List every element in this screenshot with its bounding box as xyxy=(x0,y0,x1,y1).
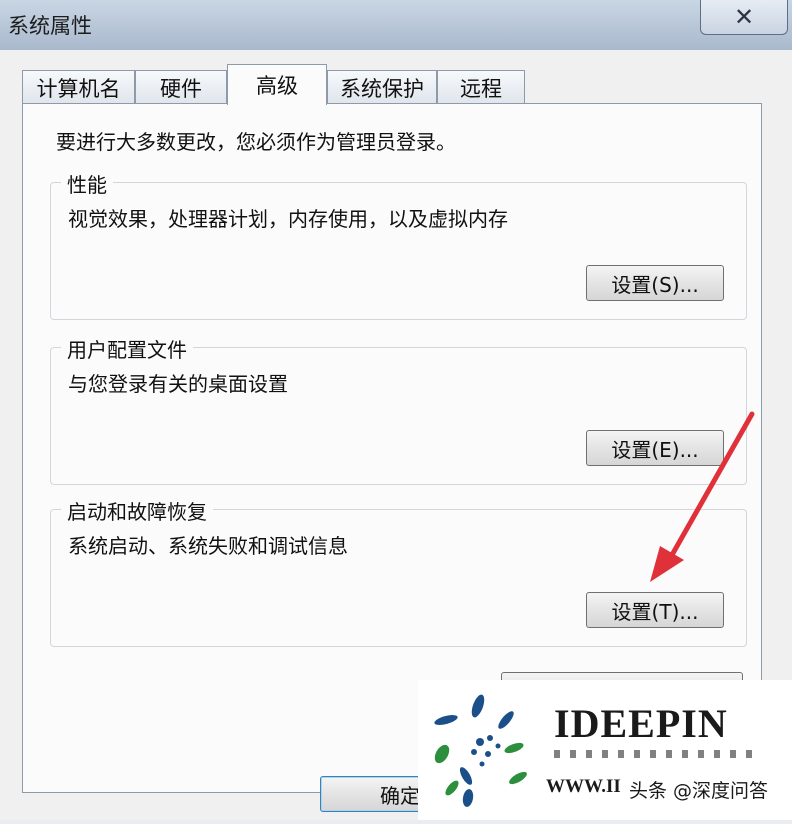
tab-computer-name[interactable]: 计算机名 xyxy=(22,70,135,104)
performance-title: 性能 xyxy=(61,169,113,198)
watermark-source: 头条 @深度问答 xyxy=(626,776,772,803)
tab-hardware[interactable]: 硬件 xyxy=(135,70,227,104)
watermark-stripe xyxy=(554,750,754,758)
watermark-brand: IDEEPIN xyxy=(554,701,728,746)
startup-recovery-desc: 系统启动、系统失败和调试信息 xyxy=(68,534,348,558)
watermark-url: WWW.II xyxy=(546,776,621,797)
tab-label: 硬件 xyxy=(160,76,202,101)
user-profiles-group: 用户配置文件 与您登录有关的桌面设置 设置(E)... xyxy=(50,334,747,485)
tab-system-protection[interactable]: 系统保护 xyxy=(327,70,437,104)
tab-label: 高级 xyxy=(256,74,298,98)
startup-recovery-group: 启动和故障恢复 系统启动、系统失败和调试信息 设置(T)... xyxy=(50,496,747,647)
close-icon: ✕ xyxy=(733,3,755,31)
startup-recovery-settings-button[interactable]: 设置(T)... xyxy=(586,592,724,628)
performance-settings-button[interactable]: 设置(S)... xyxy=(586,265,724,301)
tab-label: 系统保护 xyxy=(340,76,424,101)
user-profiles-desc: 与您登录有关的桌面设置 xyxy=(68,372,288,396)
tab-remote[interactable]: 远程 xyxy=(437,70,525,104)
tab-label: 远程 xyxy=(460,76,502,101)
user-profiles-settings-button[interactable]: 设置(E)... xyxy=(586,430,724,466)
admin-notice: 要进行大多数更改，您必须作为管理员登录。 xyxy=(56,130,456,154)
tab-label: 计算机名 xyxy=(36,76,121,101)
performance-desc: 视觉效果，处理器计划，内存使用，以及虚拟内存 xyxy=(68,207,508,231)
performance-group: 性能 视觉效果，处理器计划，内存使用，以及虚拟内存 设置(S)... xyxy=(50,169,747,320)
close-button[interactable]: ✕ xyxy=(700,0,788,35)
watermark: IDEEPIN WWW.II 头条 @深度问答 xyxy=(418,680,792,820)
user-profiles-title: 用户配置文件 xyxy=(61,334,193,363)
tab-advanced[interactable]: 高级 xyxy=(227,64,327,105)
startup-recovery-title: 启动和故障恢复 xyxy=(61,496,213,525)
window-title: 系统属性 xyxy=(8,14,92,38)
title-bar: 系统属性 ✕ xyxy=(0,0,792,50)
ideepin-logo-icon xyxy=(434,694,527,807)
